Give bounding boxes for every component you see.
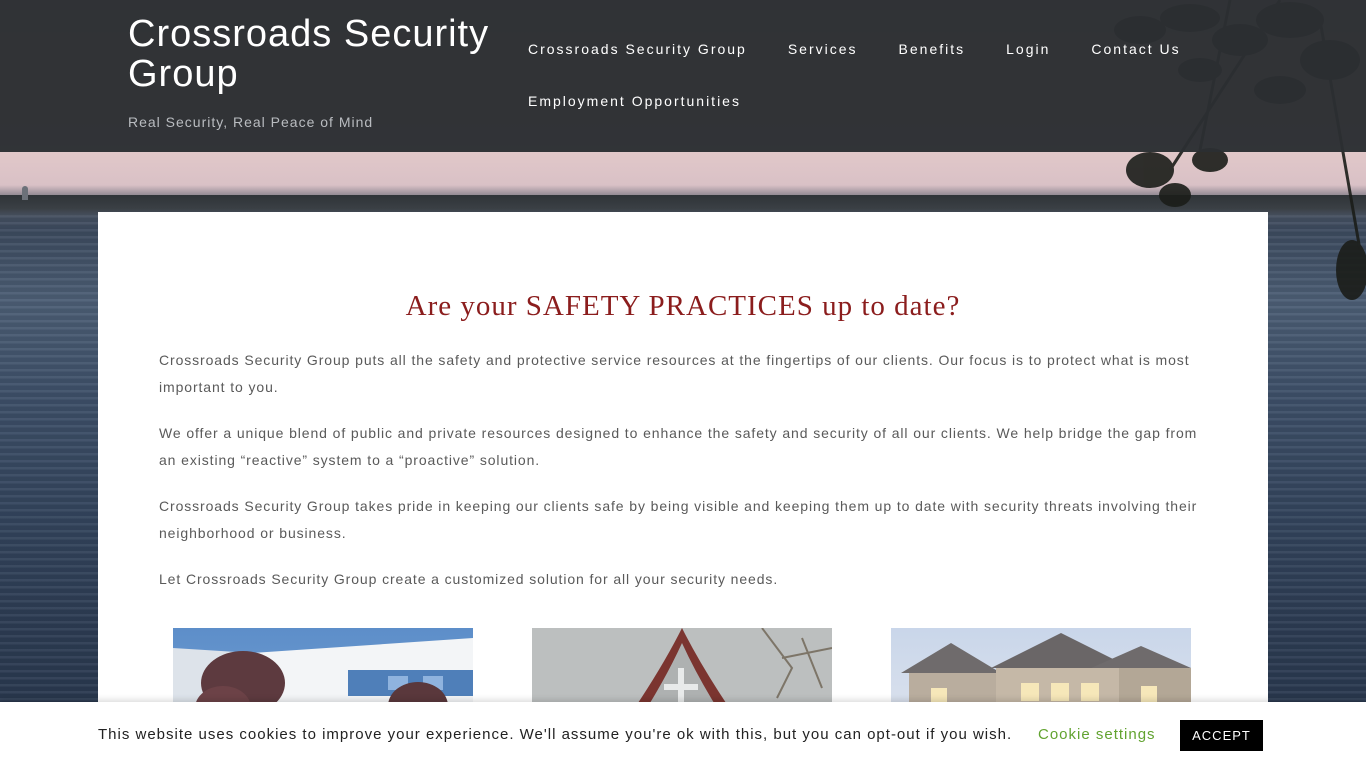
nav-item-services[interactable]: Services <box>788 38 858 90</box>
site-tagline: Real Security, Real Peace of Mind <box>128 114 374 130</box>
nav-item-home[interactable]: Crossroads Security Group <box>528 38 747 90</box>
content-card: Are your SAFETY PRACTICES up to date? Cr… <box>98 212 1268 768</box>
resources-paragraph: We offer a unique blend of public and pr… <box>159 425 1198 468</box>
main-navigation: Crossroads Security Group Services Benef… <box>528 38 1228 142</box>
site-branding: Crossroads Security Group Real Security,… <box>128 14 508 130</box>
nav-item-benefits[interactable]: Benefits <box>899 38 966 90</box>
page-heading: Are your SAFETY PRACTICES up to date? <box>405 290 961 322</box>
water-tower-silhouette <box>22 186 28 200</box>
cookie-message: This website uses cookies to improve you… <box>98 726 1013 743</box>
cta-paragraph: Let Crossroads Security Group create a c… <box>159 571 779 587</box>
nav-item-contact-us[interactable]: Contact Us <box>1091 38 1180 90</box>
nav-row-2: Employment Opportunities <box>528 90 1228 142</box>
site-title[interactable]: Crossroads Security Group <box>128 14 508 94</box>
accept-cookies-button[interactable]: ACCEPT <box>1180 720 1263 751</box>
site-header: Crossroads Security Group Real Security,… <box>0 0 1366 152</box>
intro-paragraph: Crossroads Security Group puts all the s… <box>159 352 1190 395</box>
pride-paragraph: Crossroads Security Group takes pride in… <box>159 498 1198 541</box>
nav-item-employment[interactable]: Employment Opportunities <box>528 90 741 142</box>
content-body: Crossroads Security Group puts all the s… <box>159 347 1209 612</box>
cookie-settings-link[interactable]: Cookie settings <box>1038 726 1156 743</box>
nav-row-1: Crossroads Security Group Services Benef… <box>528 38 1228 90</box>
cookie-consent-bar: This website uses cookies to improve you… <box>0 702 1366 768</box>
nav-item-login[interactable]: Login <box>1006 38 1050 90</box>
